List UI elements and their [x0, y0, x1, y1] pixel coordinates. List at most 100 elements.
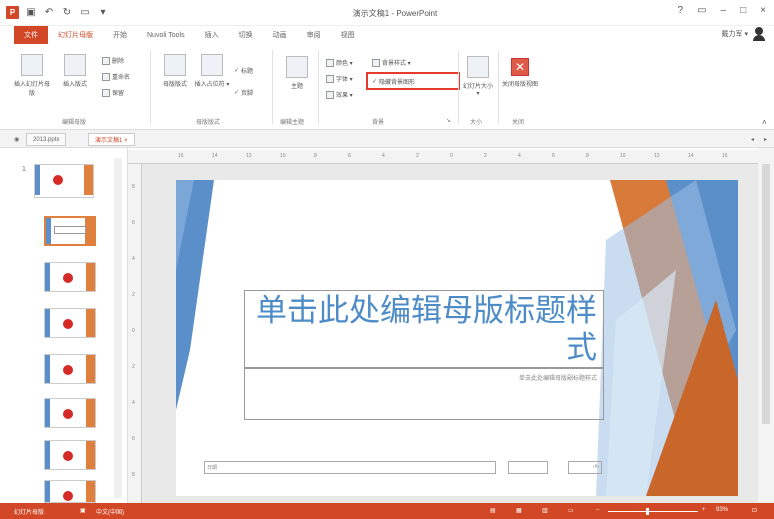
customize-qat-icon[interactable]: ▾ — [97, 7, 109, 19]
insert-slide-master-button[interactable]: 插入幻灯片母版 — [14, 54, 50, 97]
delete-button[interactable]: 删除 — [102, 56, 124, 65]
zoom-slider-handle[interactable] — [646, 508, 649, 515]
collapse-ribbon-icon[interactable]: ˄ — [762, 118, 767, 127]
normal-view-icon[interactable]: ▤ — [490, 507, 496, 514]
thumbnail-layout[interactable] — [44, 308, 96, 338]
thumbnail-layout[interactable] — [44, 440, 96, 470]
insert-layout-button[interactable]: 插入版式 — [58, 54, 92, 88]
doc-tab-2013[interactable]: 2013.pptx — [26, 133, 67, 146]
insert-placeholder-button[interactable]: 插入占位符 ▾ — [194, 54, 230, 88]
spell-check-icon[interactable]: ▣ — [80, 507, 86, 514]
tab-review[interactable]: 审阅 — [297, 26, 331, 44]
thumb-orange-band — [85, 218, 94, 244]
help-button[interactable]: ? — [678, 5, 684, 16]
tab-view[interactable]: 视图 — [331, 26, 365, 44]
group-separator — [272, 50, 273, 124]
colors-button[interactable]: 颜色 ▾ — [326, 58, 353, 67]
thumbnail-layout[interactable] — [44, 262, 96, 292]
restore-button[interactable]: □ — [740, 5, 746, 16]
vertical-scrollbar[interactable] — [758, 148, 774, 503]
preserve-button[interactable]: 保留 — [102, 88, 124, 97]
thumbnail-layout[interactable] — [44, 354, 96, 384]
ribbon-display-icon[interactable]: ▭ — [697, 5, 706, 16]
ruler-tick-label: 14 — [688, 153, 694, 159]
master-layout-button[interactable]: 母版版式 — [158, 54, 192, 88]
ruler-tick-label: 16 — [722, 153, 728, 159]
fonts-icon — [326, 74, 334, 83]
avatar-icon[interactable] — [752, 27, 766, 41]
thumbnail-layout-selected[interactable] — [44, 216, 96, 246]
dialog-launcher-icon[interactable]: ↘ — [446, 117, 451, 124]
thumb-blue-band — [45, 263, 50, 291]
thumb-blue-band — [46, 218, 51, 244]
save-icon[interactable]: ▣ — [25, 7, 37, 19]
footer-checkbox[interactable]: ✓ 页脚 — [234, 88, 253, 97]
thumb-blue-band — [45, 309, 50, 337]
title-placeholder[interactable]: 单击此处编辑母版标题样式 — [244, 290, 604, 368]
fonts-button[interactable]: 字体 ▾ — [326, 74, 353, 83]
minimize-button[interactable]: – — [721, 5, 727, 16]
footer-placeholder[interactable] — [508, 461, 548, 474]
delete-icon — [102, 56, 110, 65]
date-placeholder[interactable]: 日期 — [204, 461, 496, 474]
thumb-orange-band — [86, 309, 95, 337]
zoom-slider[interactable] — [608, 511, 698, 512]
background-styles-button[interactable]: 背景样式 ▾ — [372, 58, 411, 67]
user-name[interactable]: 戴力军 ▾ — [722, 29, 748, 39]
zoom-out-icon[interactable]: – — [596, 507, 599, 513]
close-button[interactable]: × — [760, 5, 766, 16]
thumbnail-layout[interactable] — [44, 480, 96, 503]
slide-number-placeholder[interactable]: ‹#› — [568, 461, 602, 474]
tab-menu-icon[interactable]: ◉ — [8, 133, 25, 146]
thumb-title-box — [54, 226, 86, 234]
reading-view-icon[interactable]: ▥ — [542, 507, 548, 514]
group-label-background: 背景 — [372, 120, 385, 126]
close-master-view-button[interactable]: ✕ 关闭母版视图 — [502, 58, 538, 88]
tab-file[interactable]: 文件 — [14, 26, 48, 44]
user-account[interactable]: 戴力军 ▾ — [722, 27, 766, 41]
ruler-tick-label: 4 — [518, 153, 521, 159]
redo-icon[interactable]: ↻ — [61, 7, 73, 19]
themes-button[interactable]: 主题 — [282, 56, 312, 90]
thumb-red-dot — [53, 175, 63, 185]
tab-nuvoli-tools[interactable]: Nuvoli Tools — [137, 26, 195, 44]
tab-home[interactable]: 开始 — [103, 26, 137, 44]
zoom-level[interactable]: 93% — [716, 507, 728, 513]
tab-close-icon[interactable]: ▸ — [758, 133, 773, 146]
undo-icon[interactable]: ↶ — [43, 7, 55, 19]
ruler-tick-label: 14 — [212, 153, 218, 159]
slide-sorter-icon[interactable]: ▦ — [516, 507, 522, 514]
thumb-red-dot — [63, 409, 73, 419]
rename-button[interactable]: 重命名 — [102, 72, 130, 81]
doc-tab-presentation1[interactable]: 演示文稿1 × — [88, 133, 135, 146]
slideshow-icon[interactable]: ▭ — [568, 507, 574, 514]
slide-subtitle[interactable]: 单击此处编辑母版副标题样式 — [519, 373, 597, 382]
tab-transitions[interactable]: 切换 — [229, 26, 263, 44]
tab-slide-master[interactable]: 幻灯片母版 — [48, 26, 103, 44]
ruler-tick-label: 6 — [132, 220, 135, 226]
thumbnail-layout[interactable] — [44, 398, 96, 428]
horizontal-ruler: 16 14 12 10 8 6 4 2 0 2 4 6 8 10 12 14 16 — [128, 150, 758, 164]
slide-size-button[interactable]: 幻灯片大小 ▾ — [462, 56, 494, 97]
title-checkbox[interactable]: ✓ 标题 — [234, 66, 253, 75]
subtitle-placeholder[interactable]: 单击此处编辑母版副标题样式 — [244, 368, 604, 420]
thumbnail-scrollbar[interactable] — [114, 158, 122, 498]
insert-layout-label: 插入版式 — [62, 82, 87, 88]
tab-insert[interactable]: 插入 — [195, 26, 229, 44]
slide-title[interactable]: 单击此处编辑母版标题样式 — [247, 293, 597, 367]
tab-animations[interactable]: 动画 — [263, 26, 297, 44]
start-from-beginning-icon[interactable]: ▭ — [79, 7, 91, 19]
ruler-tick-label: 10 — [620, 153, 626, 159]
slide-master-layout[interactable]: 单击此处编辑母版标题样式 单击此处编辑母版副标题样式 日期 ‹#› — [176, 180, 738, 496]
document-tabs: ◉ 2013.pptx 演示文稿1 × ◂ ▸ — [0, 130, 774, 148]
thumb-blue-band — [45, 399, 50, 427]
scrollbar-thumb[interactable] — [762, 164, 770, 424]
thumbnail-master[interactable] — [34, 164, 94, 198]
themes-label: 主题 — [290, 84, 303, 90]
check-icon: ✓ — [234, 90, 240, 96]
fit-slide-icon[interactable]: ⊡ — [752, 507, 757, 514]
ruler-tick-label: 2 — [132, 292, 135, 298]
ruler-tick-label: 12 — [246, 153, 252, 159]
effects-button[interactable]: 效果 ▾ — [326, 90, 353, 99]
zoom-in-icon[interactable]: + — [702, 507, 706, 513]
